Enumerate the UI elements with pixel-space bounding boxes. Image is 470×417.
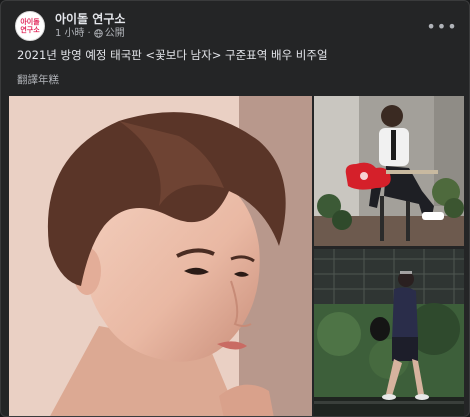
dot-separator: ·	[87, 28, 91, 39]
post-time-link[interactable]: 1 小時	[55, 27, 85, 40]
more-options-icon[interactable]: •••	[426, 15, 456, 37]
globe-icon[interactable]	[94, 29, 103, 38]
page-name-link[interactable]: 아이돌 연구소	[55, 12, 125, 27]
photo-portrait[interactable]	[9, 96, 312, 416]
walking-photo-illustration	[314, 249, 464, 416]
audience-label: 公開	[104, 28, 125, 39]
post-header: 아이돌 연구소 아이돌 연구소 1 小時 · 公開 •••	[15, 9, 457, 43]
page-avatar[interactable]: 아이돌 연구소	[15, 11, 45, 41]
photo-guitar[interactable]	[314, 96, 464, 246]
see-translation-link[interactable]: 翻譯年糕	[17, 72, 59, 87]
photo-walking[interactable]	[314, 249, 464, 416]
photo-grid	[9, 96, 464, 416]
avatar-text-line1: 아이돌	[20, 18, 40, 26]
portrait-illustration	[9, 96, 312, 416]
feed-post: 아이돌 연구소 아이돌 연구소 1 小時 · 公開 ••• 2021년 방영 예…	[0, 0, 470, 417]
post-subline: 1 小時 · 公開	[55, 27, 125, 40]
avatar-text-line2: 연구소	[20, 26, 40, 34]
post-meta: 아이돌 연구소 1 小時 · 公開	[55, 12, 125, 40]
guitar-photo-illustration	[314, 96, 464, 246]
post-caption: 2021년 방영 예정 태국판 <꽃보다 남자> 구준표역 배우 비주얼	[17, 48, 328, 62]
